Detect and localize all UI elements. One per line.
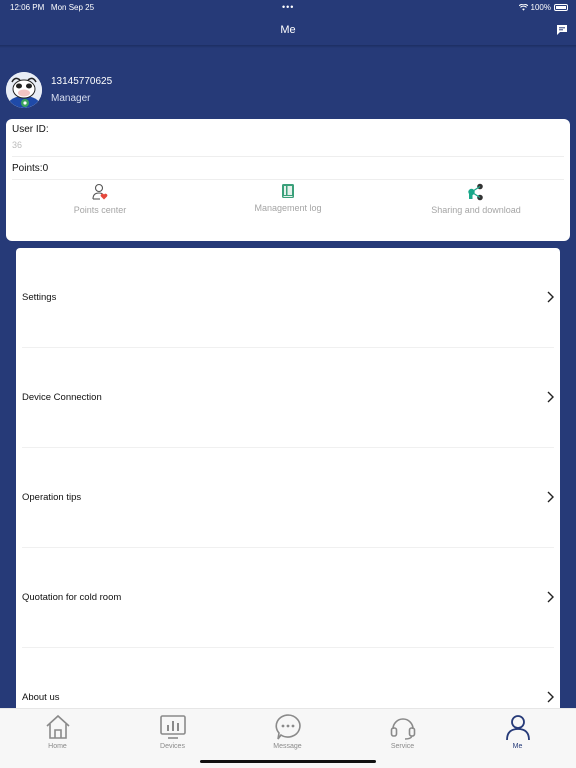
status-right: 100% — [518, 3, 568, 12]
management-log-label: Management log — [254, 203, 322, 213]
tab-label: Service — [390, 743, 415, 750]
chevron-right-icon — [547, 491, 554, 503]
menu-item-about-us[interactable]: About us — [16, 648, 560, 708]
chevron-right-icon — [547, 391, 554, 403]
message-icon — [274, 714, 301, 740]
battery-icon — [554, 4, 568, 11]
menu-item-label: Quotation for cold room — [22, 592, 122, 603]
page-title: Me — [280, 24, 296, 36]
tab-bar: Home Devices Message Service Me — [0, 708, 576, 768]
tab-devices[interactable]: Devices — [115, 713, 230, 761]
share-icon — [468, 183, 483, 201]
tab-label: Me — [512, 743, 523, 750]
management-log-button[interactable]: Management log — [194, 183, 382, 223]
menu-item-device-connection[interactable]: Device Connection — [16, 348, 560, 448]
person-heart-icon — [92, 183, 108, 200]
divider — [12, 179, 564, 180]
user-id-label: User ID: — [12, 124, 49, 135]
tab-home[interactable]: Home — [0, 713, 115, 761]
chat-icon[interactable] — [556, 24, 568, 36]
tab-label: Message — [273, 743, 302, 750]
user-role: Manager — [51, 93, 91, 104]
profile-header[interactable]: 13145770625 Manager — [6, 72, 306, 112]
divider — [12, 156, 564, 157]
wifi-icon — [518, 4, 528, 11]
multitask-dots[interactable]: ••• — [282, 2, 294, 12]
book-icon — [282, 184, 294, 198]
menu-item-settings[interactable]: Settings — [16, 248, 560, 348]
person-icon — [505, 715, 530, 741]
chevron-right-icon — [547, 591, 554, 603]
headset-icon — [390, 718, 415, 740]
menu-item-label: Settings — [22, 292, 57, 303]
home-icon — [45, 714, 70, 739]
tab-message[interactable]: Message — [230, 713, 345, 761]
avatar[interactable] — [6, 72, 42, 108]
chevron-right-icon — [547, 691, 554, 703]
menu-item-label: About us — [22, 692, 60, 703]
sharing-download-button[interactable]: Sharing and download — [382, 183, 570, 223]
settings-menu: Settings Device Connection Operation tip… — [16, 248, 560, 708]
nav-shadow — [0, 45, 576, 48]
cow-mascot-icon — [6, 72, 42, 108]
user-phone: 13145770625 — [51, 76, 113, 87]
account-card: User ID: 36 Points:0 Points center Manag… — [6, 119, 570, 241]
status-bar: 12:06 PM Mon Sep 25 ••• 100% — [0, 0, 576, 16]
chevron-right-icon — [547, 291, 554, 303]
home-indicator[interactable] — [200, 760, 376, 763]
points-center-label: Points center — [73, 205, 127, 215]
menu-item-label: Device Connection — [22, 392, 102, 403]
battery-percent: 100% — [530, 3, 551, 12]
nav-bar: Me — [0, 16, 576, 48]
menu-item-quotation[interactable]: Quotation for cold room — [16, 548, 560, 648]
devices-icon — [159, 715, 186, 739]
tab-label: Devices — [160, 743, 185, 750]
points-label: Points:0 — [12, 163, 49, 174]
tab-service[interactable]: Service — [345, 713, 460, 761]
tab-me[interactable]: Me — [460, 713, 575, 761]
status-time: 12:06 PM Mon Sep 25 — [10, 3, 95, 12]
menu-item-operation-tips[interactable]: Operation tips — [16, 448, 560, 548]
sharing-download-label: Sharing and download — [431, 205, 521, 215]
points-center-button[interactable]: Points center — [6, 183, 194, 223]
user-id-value: 36 — [12, 140, 23, 150]
tab-label: Home — [48, 743, 67, 750]
menu-item-label: Operation tips — [22, 492, 82, 503]
